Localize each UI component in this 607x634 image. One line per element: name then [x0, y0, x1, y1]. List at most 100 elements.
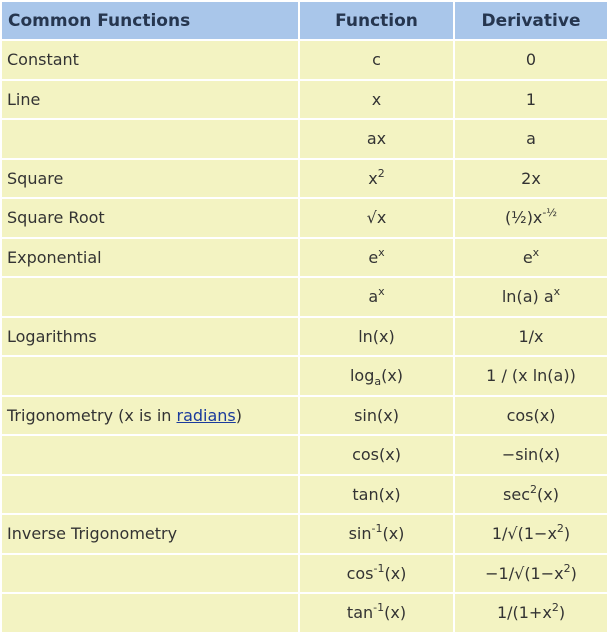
- row-name: Exponential: [2, 238, 298, 276]
- radians-link[interactable]: radians: [177, 406, 236, 425]
- dv-argument: ): [563, 524, 571, 544]
- dv-base: 1/(1+x: [496, 603, 552, 623]
- row-name: Inverse Trigonometry: [2, 515, 298, 553]
- row-name-text-end: ): [235, 405, 243, 425]
- fn-base: x: [368, 168, 378, 188]
- table-row: Square x2 2x: [2, 159, 607, 197]
- row-function: cos(x): [300, 436, 453, 474]
- row-name: [2, 120, 298, 158]
- dv-exponent: 2: [551, 601, 559, 615]
- row-name: Square Root: [2, 199, 298, 237]
- fn-base: sin: [348, 524, 372, 544]
- fn-argument: (x): [382, 524, 405, 544]
- dv-argument: ): [570, 563, 577, 583]
- dv-argument: (x): [537, 484, 559, 504]
- table-row: loga(x) 1 / (x ln(a)): [2, 357, 607, 395]
- table-row: ax ln(a) ax: [2, 278, 607, 316]
- fn-base: e: [368, 247, 379, 267]
- table-row: ax a: [2, 120, 607, 158]
- table-row: tan-1(x) 1/(1+x2): [2, 594, 607, 632]
- row-derivative: sec2(x): [455, 475, 607, 513]
- row-name: Square: [2, 159, 298, 197]
- row-derivative: 1/√(1−x2): [455, 515, 607, 553]
- header-derivative: Derivative: [455, 2, 607, 39]
- table-row: Trigonometry (x is in radians) sin(x) co…: [2, 396, 607, 434]
- dv-base: e: [522, 247, 533, 267]
- row-function: loga(x): [300, 357, 453, 395]
- row-name: [2, 357, 298, 395]
- fn-exponent: x: [378, 245, 385, 259]
- dv-base: sec: [503, 484, 531, 504]
- dv-exponent: -½: [542, 206, 558, 220]
- table-row: Constant c 0: [2, 41, 607, 79]
- row-derivative: ex: [455, 238, 607, 276]
- dv-base: (½)x: [504, 208, 543, 228]
- dv-base: −1/√(1−x: [485, 563, 564, 583]
- table-row: tan(x) sec2(x): [2, 475, 607, 513]
- row-name: [2, 278, 298, 316]
- row-function: sin(x): [300, 396, 453, 434]
- fn-argument: (x): [381, 366, 404, 386]
- table-row: Square Root √x (½)x-½: [2, 199, 607, 237]
- row-derivative: −1/√(1−x2): [455, 554, 607, 592]
- header-row: Common Functions Function Derivative: [2, 2, 607, 39]
- dv-base: ln(a) a: [501, 287, 554, 307]
- row-name: [2, 594, 298, 632]
- row-function: x2: [300, 159, 453, 197]
- table-row: Line x 1: [2, 80, 607, 118]
- row-name: Trigonometry (x is in radians): [2, 396, 298, 434]
- row-derivative: ln(a) ax: [455, 278, 607, 316]
- table-row: cos-1(x) −1/√(1−x2): [2, 554, 607, 592]
- table-row: Exponential ex ex: [2, 238, 607, 276]
- fn-base: cos: [346, 563, 374, 583]
- row-derivative: 1 / (x ln(a)): [455, 357, 607, 395]
- row-derivative: a: [455, 120, 607, 158]
- row-derivative: 2x: [455, 159, 607, 197]
- dv-exponent: x: [532, 245, 540, 259]
- row-name-text: Trigonometry (x is in: [7, 405, 177, 425]
- row-function: √x: [300, 199, 453, 237]
- dv-exponent: 2: [530, 482, 538, 496]
- row-derivative: (½)x-½: [455, 199, 607, 237]
- row-function: ex: [300, 238, 453, 276]
- header-function: Function: [300, 2, 453, 39]
- row-function: sin-1(x): [300, 515, 453, 553]
- row-function: c: [300, 41, 453, 79]
- dv-argument: ): [558, 603, 566, 623]
- fn-exponent: -1: [371, 522, 383, 536]
- fn-base: tan: [346, 603, 374, 623]
- fn-exponent: -1: [373, 561, 385, 575]
- row-function: ax: [300, 278, 453, 316]
- fn-base: log: [349, 366, 375, 386]
- header-common-functions: Common Functions: [2, 2, 298, 39]
- dv-exponent: 2: [563, 561, 571, 575]
- row-derivative: cos(x): [455, 396, 607, 434]
- row-derivative: 0: [455, 41, 607, 79]
- fn-argument: (x): [384, 603, 407, 623]
- row-name: Logarithms: [2, 317, 298, 355]
- fn-base: a: [368, 287, 379, 307]
- dv-exponent: 2: [556, 522, 564, 536]
- row-derivative: 1/x: [455, 317, 607, 355]
- row-derivative: 1: [455, 80, 607, 118]
- table-row: cos(x) −sin(x): [2, 436, 607, 474]
- row-function: cos-1(x): [300, 554, 453, 592]
- dv-base: 1/√(1−x: [491, 524, 557, 544]
- fn-exponent: 2: [377, 166, 385, 180]
- row-derivative: 1/(1+x2): [455, 594, 607, 632]
- dv-exponent: x: [553, 285, 561, 299]
- row-function: tan-1(x): [300, 594, 453, 632]
- row-name: [2, 436, 298, 474]
- table-row: Inverse Trigonometry sin-1(x) 1/√(1−x2): [2, 515, 607, 553]
- fn-exponent: -1: [373, 601, 385, 615]
- table-row: Logarithms ln(x) 1/x: [2, 317, 607, 355]
- row-function: ax: [300, 120, 453, 158]
- fn-argument: (x): [384, 563, 407, 583]
- row-derivative: −sin(x): [455, 436, 607, 474]
- row-name: Constant: [2, 41, 298, 79]
- row-function: ln(x): [300, 317, 453, 355]
- row-name: [2, 554, 298, 592]
- row-function: x: [300, 80, 453, 118]
- row-name: [2, 475, 298, 513]
- row-function: tan(x): [300, 475, 453, 513]
